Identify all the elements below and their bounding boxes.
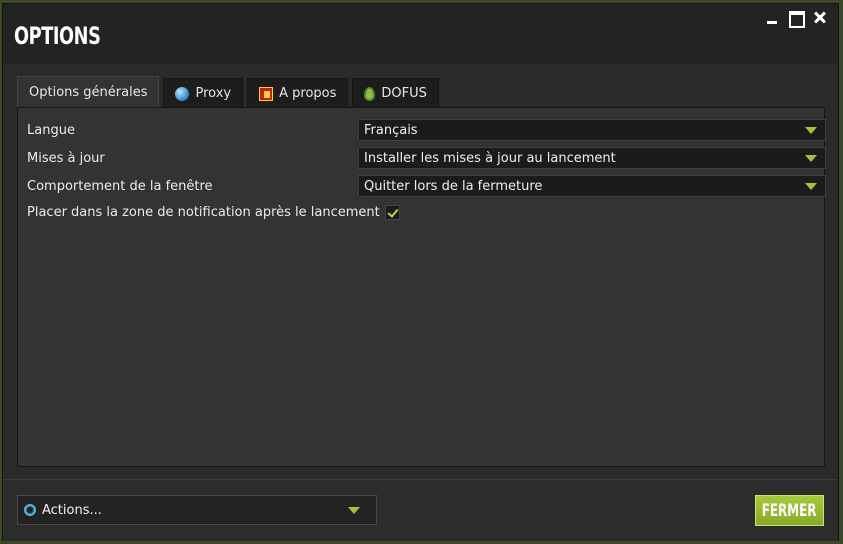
- window-behavior-value: Quitter lors de la fermeture: [364, 178, 543, 194]
- updates-row: Mises à jour Installer les mises à jour …: [27, 147, 827, 169]
- gear-icon: [24, 504, 36, 516]
- close-button[interactable]: FERMER: [755, 495, 824, 526]
- minimize-button[interactable]: [764, 10, 780, 26]
- language-value: Français: [364, 122, 418, 138]
- tab-label: Proxy: [195, 86, 232, 101]
- tab-general-options[interactable]: Options générales: [17, 76, 160, 108]
- options-window: OPTIONS Options générales Proxy A propos…: [2, 3, 839, 541]
- window-controls: [764, 10, 828, 28]
- title-bar: OPTIONS: [3, 4, 838, 64]
- tab-bar: Options générales Proxy A propos DOFUS: [17, 76, 439, 108]
- dofus-egg-icon: [364, 86, 376, 101]
- tray-checkbox[interactable]: [384, 204, 400, 220]
- tab-about[interactable]: A propos: [247, 78, 349, 108]
- general-options-panel: Langue Français Mises à jour Installer l…: [17, 107, 827, 467]
- window-behavior-label: Comportement de la fenêtre: [27, 178, 213, 194]
- close-button-label: FERMER: [762, 500, 817, 521]
- tray-row: Placer dans la zone de notification aprè…: [27, 201, 400, 223]
- actions-label: Actions...: [42, 502, 102, 518]
- actions-dropdown[interactable]: Actions...: [17, 495, 377, 525]
- footer: Actions... FERMER: [3, 480, 838, 541]
- globe-icon: [175, 86, 190, 101]
- chevron-down-icon: [805, 183, 817, 190]
- window-behavior-select[interactable]: Quitter lors de la fermeture: [358, 175, 826, 197]
- info-icon: [259, 86, 274, 101]
- tab-label: DOFUS: [381, 86, 427, 101]
- tray-label: Placer dans la zone de notification aprè…: [27, 204, 380, 220]
- tab-proxy[interactable]: Proxy: [163, 78, 244, 108]
- language-select[interactable]: Français: [358, 119, 826, 141]
- tab-dofus[interactable]: DOFUS: [352, 78, 439, 108]
- chevron-down-icon: [348, 507, 360, 514]
- close-window-button[interactable]: [812, 10, 828, 26]
- window-behavior-row: Comportement de la fenêtre Quitter lors …: [27, 175, 827, 197]
- updates-select[interactable]: Installer les mises à jour au lancement: [358, 147, 826, 169]
- updates-value: Installer les mises à jour au lancement: [364, 150, 616, 166]
- tab-label: Options générales: [29, 85, 148, 100]
- updates-label: Mises à jour: [27, 150, 105, 166]
- tab-label: A propos: [279, 86, 337, 101]
- language-row: Langue Français: [27, 119, 827, 141]
- maximize-button[interactable]: [788, 10, 805, 28]
- language-label: Langue: [27, 122, 75, 138]
- chevron-down-icon: [805, 155, 817, 162]
- chevron-down-icon: [805, 127, 817, 134]
- window-title: OPTIONS: [14, 22, 101, 50]
